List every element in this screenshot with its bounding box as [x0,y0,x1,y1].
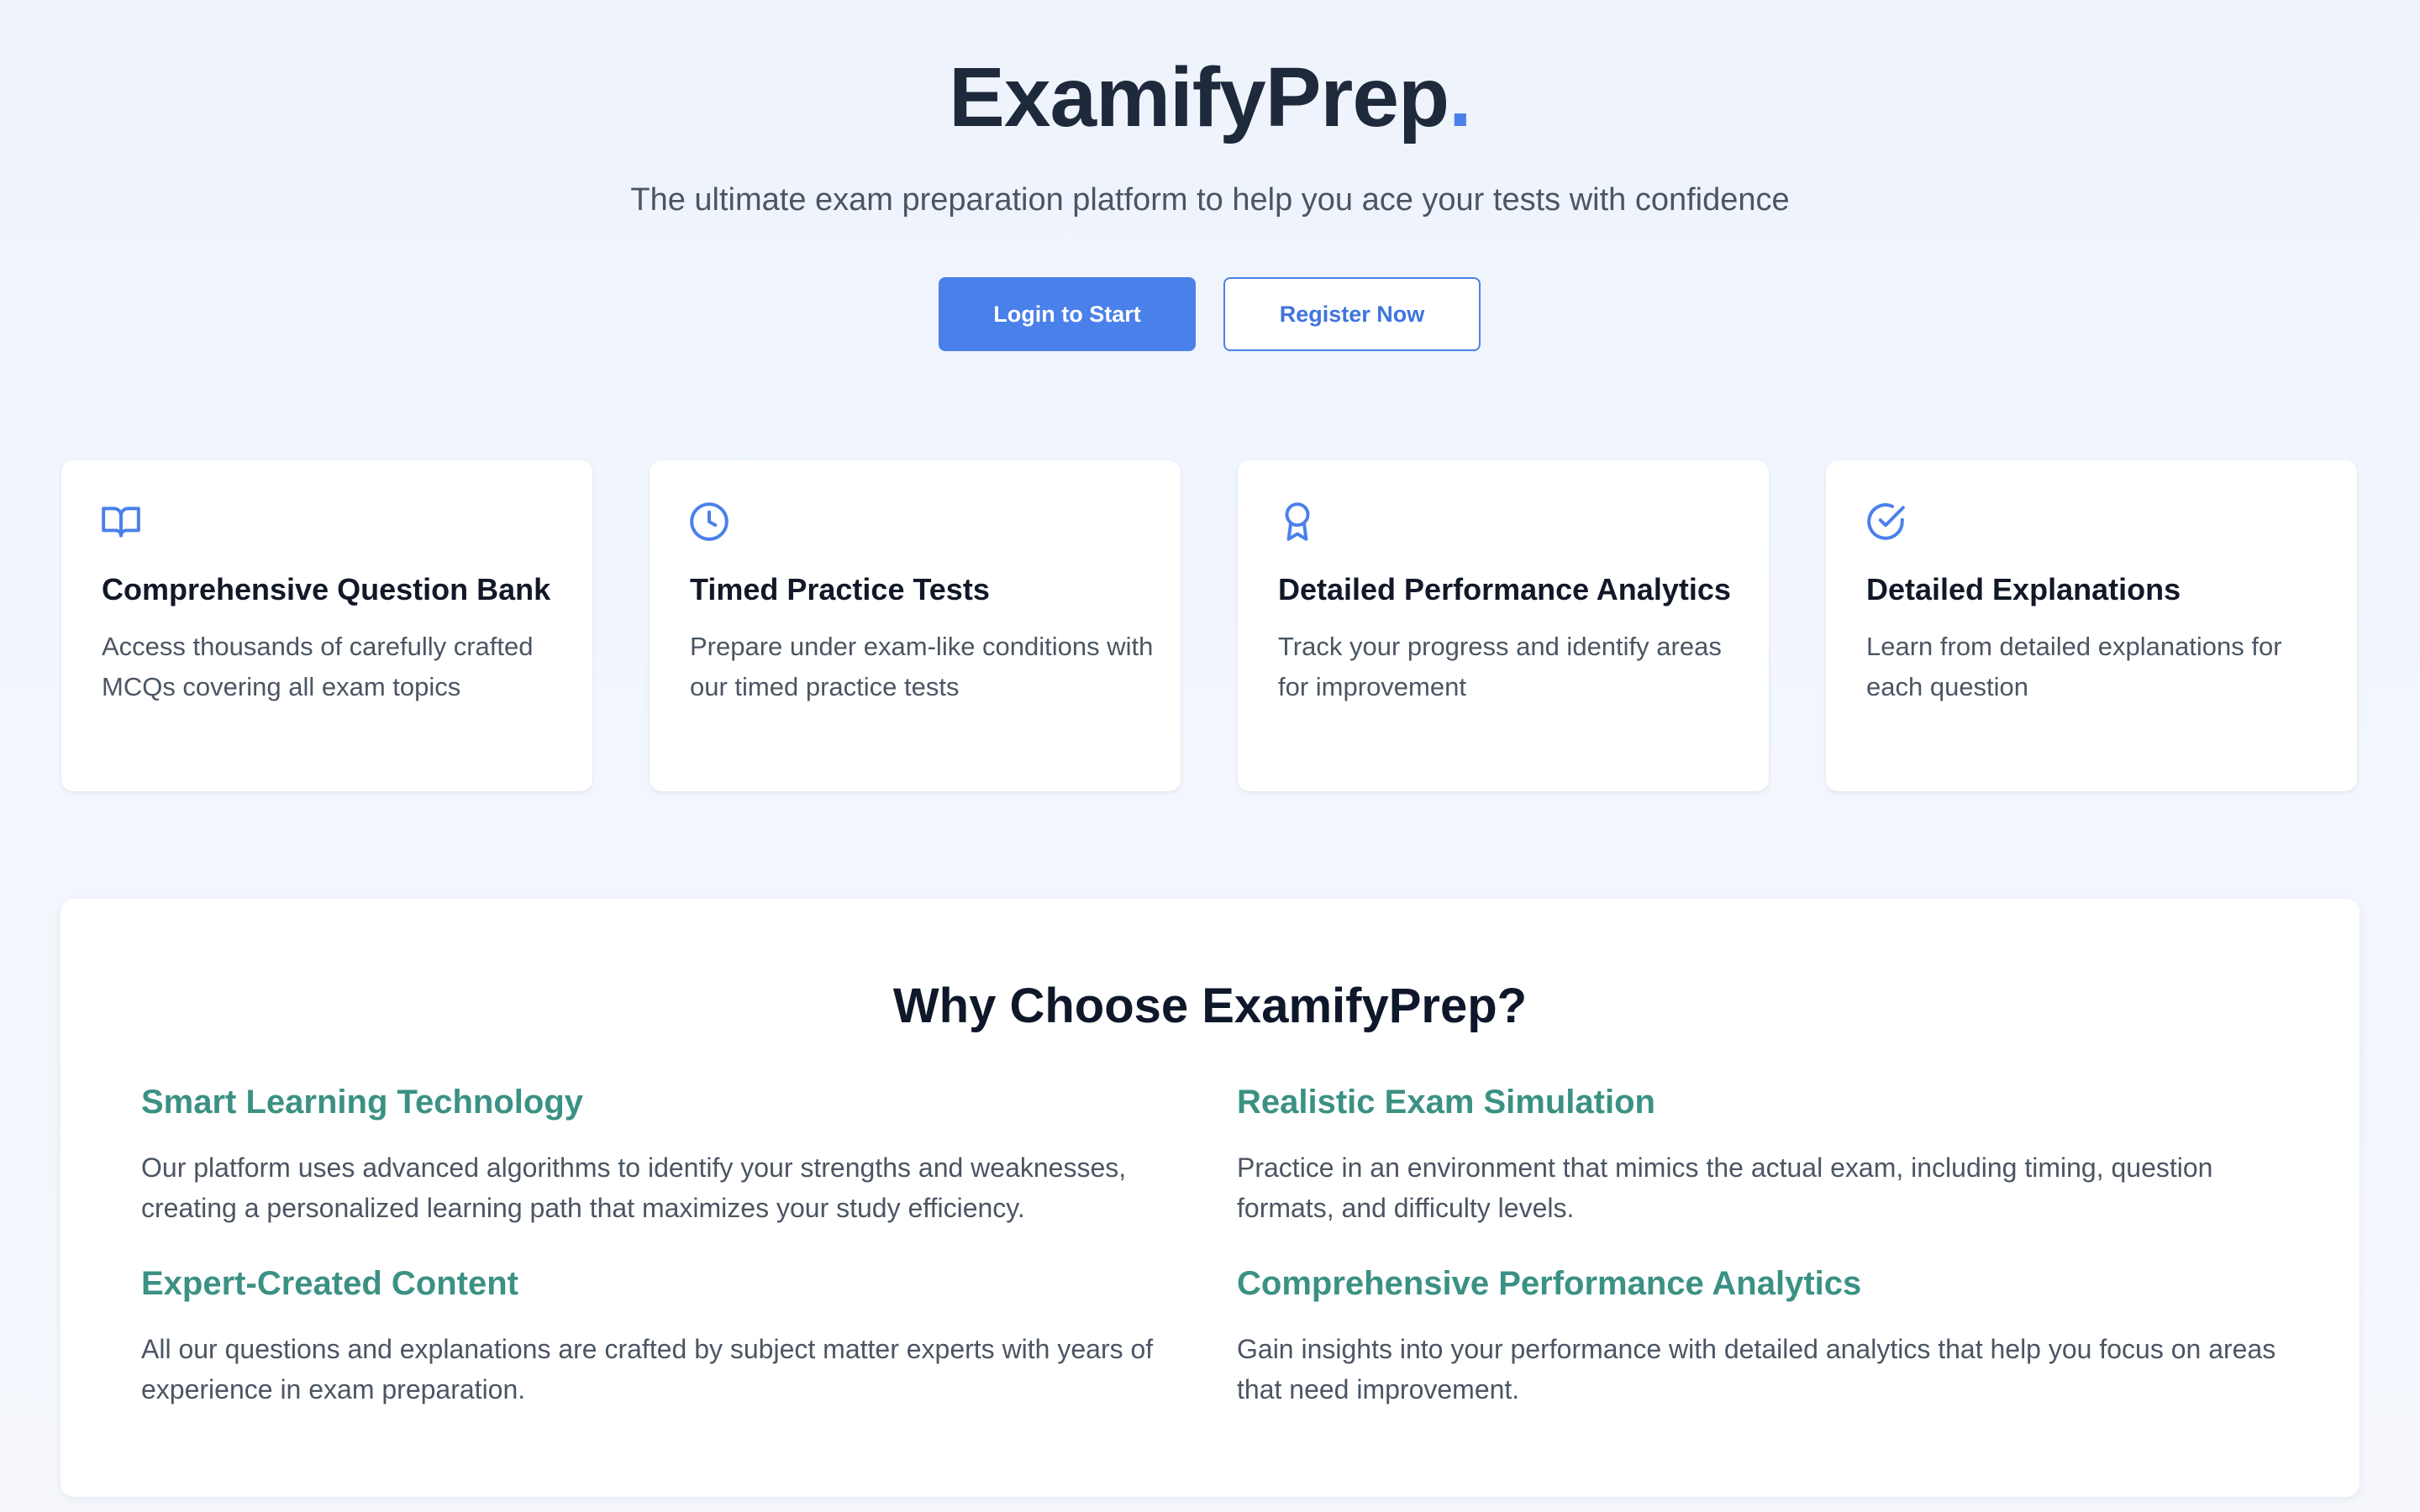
open-book-icon [100,501,142,543]
register-button[interactable]: Register Now [1223,277,1481,351]
reason-description: Practice in an environment that mimics t… [1237,1152,2213,1223]
feature-description: Prepare under exam-like conditions with … [690,632,1154,701]
feature-title: Detailed Performance Analytics [1278,572,1731,606]
feature-card-timed-tests: Timed Practice Tests Prepare under exam-… [650,460,1181,791]
reason-expert-content: Expert-Created Content All our questions… [141,1262,1200,1410]
reason-title: Expert-Created Content [141,1265,518,1302]
login-button[interactable]: Login to Start [939,277,1196,351]
reason-description: All our questions and explanations are c… [141,1334,1154,1404]
reason-performance-analytics: Comprehensive Performance Analytics Gain… [1237,1262,2296,1410]
why-choose-section: Why Choose ExamifyPrep? Smart Learning T… [60,899,2360,1497]
feature-title: Comprehensive Question Bank [102,572,551,606]
brand-dot: . [1449,50,1472,144]
clock-icon [688,501,730,543]
feature-title: Timed Practice Tests [690,572,990,606]
feature-card-explanations: Detailed Explanations Learn from detaile… [1826,460,2357,791]
feature-card-question-bank: Comprehensive Question Bank Access thous… [61,460,592,791]
reason-description: Our platform uses advanced algorithms to… [141,1152,1127,1223]
why-choose-title: Why Choose ExamifyPrep? [892,979,1528,1033]
reason-title: Realistic Exam Simulation [1237,1084,1655,1121]
feature-description: Track your progress and identify areas f… [1278,632,1722,701]
check-circle-icon [1865,501,1907,543]
feature-title: Detailed Explanations [1866,572,2181,606]
feature-card-analytics: Detailed Performance Analytics Track you… [1238,460,1769,791]
reason-title: Smart Learning Technology [141,1084,583,1121]
feature-description: Learn from detailed explanations for eac… [1866,632,2282,701]
award-ribbon-icon [1276,501,1318,543]
feature-description: Access thousands of carefully crafted MC… [102,632,534,701]
reason-exam-simulation: Realistic Exam Simulation Practice in an… [1237,1080,2296,1228]
reason-smart-learning: Smart Learning Technology Our platform u… [141,1080,1200,1228]
brand-title: ExamifyPrep. [0,47,2420,148]
brand-name: ExamifyPrep [949,50,1449,144]
reason-description: Gain insights into your performance with… [1237,1334,2276,1404]
reason-title: Comprehensive Performance Analytics [1237,1265,1862,1302]
tagline: The ultimate exam preparation platform t… [630,182,1790,218]
